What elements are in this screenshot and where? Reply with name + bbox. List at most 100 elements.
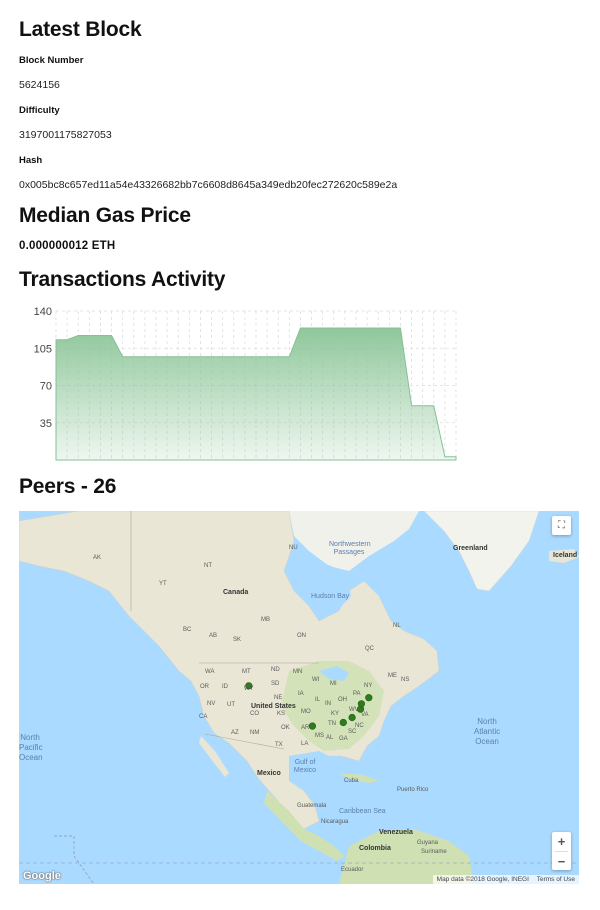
hash-value: 0x005bc8c657ed11a54e43326682bb7c6608d864… xyxy=(19,179,398,191)
label-az: AZ xyxy=(231,730,239,736)
label-ut: UT xyxy=(227,702,235,708)
label-canada: Canada xyxy=(223,589,249,596)
label-wy: WY xyxy=(244,686,254,692)
label-gulf-of-mexico: Gulf of Mexico xyxy=(293,759,317,774)
label-ar: AR xyxy=(301,725,310,731)
peer-marker[interactable] xyxy=(348,713,356,722)
peer-marker[interactable] xyxy=(308,722,317,730)
label-greenland: Greenland xyxy=(453,545,488,552)
label-nu: NU xyxy=(289,545,298,551)
label-sk: SK xyxy=(233,637,242,643)
map-data-text: Map data ©2018 Google, INEGI xyxy=(436,876,529,883)
label-on: ON xyxy=(297,633,306,639)
label-north-atlantic: North Atlantic Ocean xyxy=(473,717,501,746)
hash-label: Hash xyxy=(19,155,43,166)
label-ok: OK xyxy=(281,725,290,731)
label-sc: SC xyxy=(348,729,357,735)
label-tn: TN xyxy=(328,721,336,727)
label-ca: CA xyxy=(199,714,208,720)
google-logo[interactable]: Google xyxy=(23,870,61,882)
label-sd: SD xyxy=(271,681,280,687)
chart-y-tick-label: 140 xyxy=(34,306,52,318)
terms-of-use-link[interactable]: Terms of Use xyxy=(537,876,575,883)
label-ks: KS xyxy=(277,711,286,717)
label-nicaragua: Nicaragua xyxy=(321,819,349,825)
peers-title: Peers - 26 xyxy=(19,475,117,498)
map-attribution: Map data ©2018 Google, INEGI Terms of Us… xyxy=(432,875,579,884)
label-nv: NV xyxy=(207,701,216,707)
latest-block-title: Latest Block xyxy=(19,18,142,41)
peer-marker[interactable] xyxy=(357,700,366,708)
peers-map[interactable]: Canada United States Mexico Greenland Ic… xyxy=(19,511,579,884)
label-mn: MN xyxy=(293,669,303,675)
label-yt: YT xyxy=(159,581,167,587)
chart-y-tick-label: 35 xyxy=(40,418,52,430)
label-wa: WA xyxy=(205,669,215,675)
zoom-out-button[interactable]: − xyxy=(552,852,571,871)
zoom-control: + − xyxy=(552,832,571,870)
chart-y-tick-label: 70 xyxy=(40,381,52,393)
label-caribbean: Caribbean Sea xyxy=(339,808,386,815)
label-va: VA xyxy=(361,712,369,718)
map-canvas[interactable] xyxy=(19,511,579,884)
label-ga: GA xyxy=(339,736,348,742)
block-number-value: 5624156 xyxy=(19,79,60,91)
label-wi: WI xyxy=(312,677,320,683)
label-wv: WV xyxy=(349,707,359,713)
chart-y-ticks: 35 70 105 140 xyxy=(34,306,52,430)
label-la: LA xyxy=(301,741,309,747)
label-ny: NY xyxy=(364,683,373,689)
label-mexico: Mexico xyxy=(257,770,281,777)
peer-marker[interactable] xyxy=(365,694,373,702)
label-colombia: Colombia xyxy=(359,845,391,852)
label-al: AL xyxy=(326,735,334,741)
zoom-in-button[interactable]: + xyxy=(552,832,571,851)
label-northwest-passages: Northwestern Passages xyxy=(329,541,371,556)
difficulty-label: Difficulty xyxy=(19,105,60,116)
peer-marker[interactable] xyxy=(339,718,347,727)
label-mt: MT xyxy=(242,669,251,675)
label-ms: MS xyxy=(315,733,324,739)
label-guyana: Guyana xyxy=(417,840,439,846)
label-tx: TX xyxy=(275,742,283,748)
label-north-pacific: North Pacific Ocean xyxy=(19,733,43,762)
fullscreen-icon: ⛶ xyxy=(558,520,565,531)
label-ne: NE xyxy=(274,695,283,701)
label-il: IL xyxy=(315,697,321,703)
label-iceland: Iceland xyxy=(553,552,578,559)
transactions-title: Transactions Activity xyxy=(19,268,226,291)
label-ky: KY xyxy=(331,711,340,717)
label-nd: ND xyxy=(271,667,280,673)
median-gas-title: Median Gas Price xyxy=(19,204,191,227)
label-united-states: United States xyxy=(251,703,296,710)
label-ecuador: Ecuador xyxy=(341,867,364,873)
label-bc: BC xyxy=(183,627,192,633)
median-gas-value: 0.000000012 ETH xyxy=(19,240,116,252)
label-or: OR xyxy=(200,684,209,690)
label-id: ID xyxy=(222,684,228,690)
label-guatemala: Guatemala xyxy=(297,803,327,809)
label-ak: AK xyxy=(93,555,102,561)
label-nl: NL xyxy=(393,623,401,629)
label-ia: IA xyxy=(298,691,304,697)
label-hudson-bay: Hudson Bay xyxy=(311,593,350,600)
label-suriname: Suriname xyxy=(421,849,447,855)
label-nt: NT xyxy=(204,563,212,569)
label-qc: QC xyxy=(365,646,374,652)
label-me: ME xyxy=(388,673,397,679)
label-venezuela: Venezuela xyxy=(379,829,413,836)
chart-y-tick-label: 105 xyxy=(34,343,52,355)
label-mb: MB xyxy=(261,617,270,623)
label-puerto-rico: Puerto Rico xyxy=(397,787,429,793)
difficulty-value: 3197001175827053 xyxy=(19,129,112,141)
label-in: IN xyxy=(325,701,331,707)
label-mo: MO xyxy=(301,709,311,715)
label-oh: OH xyxy=(338,697,347,703)
label-co: CO xyxy=(250,711,259,717)
label-mi: MI xyxy=(330,681,337,687)
fullscreen-button[interactable]: ⛶ xyxy=(552,516,571,535)
label-ab: AB xyxy=(209,633,218,639)
label-ns: NS xyxy=(401,677,410,683)
label-nm: NM xyxy=(250,730,260,736)
label-pa: PA xyxy=(353,691,361,697)
